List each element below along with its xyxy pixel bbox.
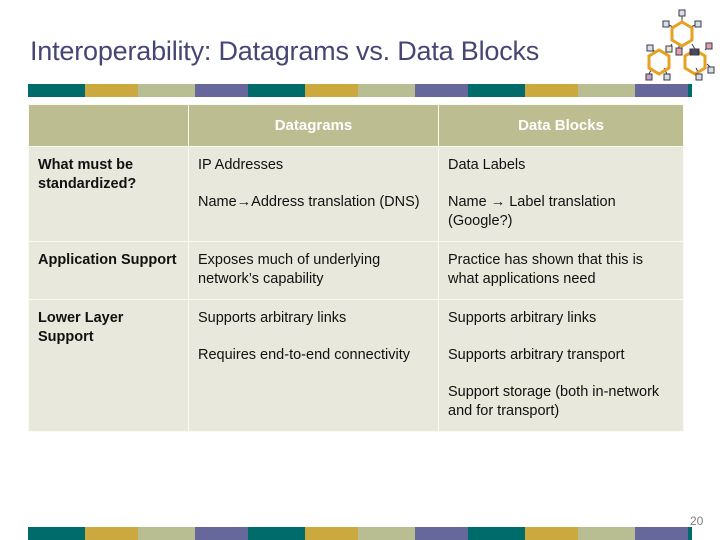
decor-bar-segment (415, 527, 468, 540)
cell-paragraph: Name → Label translation (Google?) (448, 194, 616, 229)
decor-bar-segment (195, 527, 248, 540)
decor-bar-segment (525, 84, 578, 97)
cell-paragraph: Support storage (both in-network and for… (448, 384, 660, 419)
slide: Interoperability: Datagrams vs. Data Blo… (0, 0, 720, 540)
molecule-network-clipart (637, 4, 715, 82)
table-header-row: Datagrams Data Blocks (28, 104, 684, 147)
cell-data-blocks: Data Labels Name → Label translation (Go… (438, 146, 684, 242)
decor-bar-segment (28, 527, 85, 540)
page-title: Interoperability: Datagrams vs. Data Blo… (30, 36, 540, 66)
row-label: What must be standardized? (28, 146, 189, 242)
cell-paragraph: IP Addresses (198, 157, 284, 173)
decor-bar-segment (688, 84, 692, 97)
cell-paragraph: Supports arbitrary links (448, 310, 597, 326)
row-label: Lower Layer Support (28, 299, 189, 432)
decor-bar-segment (525, 527, 578, 540)
decor-bar-bottom (28, 527, 692, 540)
cell-datagrams: Supports arbitrary links Requires end-to… (188, 299, 439, 432)
cell-paragraph: Exposes much of underlying network’s cap… (198, 252, 381, 287)
decor-bar-segment (358, 527, 415, 540)
row-label: Application Support (28, 241, 189, 300)
decor-bar-segment (578, 84, 635, 97)
cell-data-blocks: Supports arbitrary links Supports arbitr… (438, 299, 684, 432)
cell-paragraph: Data Labels (448, 157, 526, 173)
decor-bar-segment (138, 527, 195, 540)
decor-bar-segment (195, 84, 248, 97)
column-header-blank (28, 104, 189, 147)
cell-paragraph: Supports arbitrary transport (448, 347, 625, 363)
table-row: Application Support Exposes much of unde… (28, 241, 684, 300)
decor-bar-segment (28, 84, 85, 97)
table-row: What must be standardized? IP Addresses … (28, 146, 684, 242)
table-row: Lower Layer Support Supports arbitrary l… (28, 299, 684, 432)
decor-bar-top (28, 84, 692, 97)
decor-bar-segment (248, 527, 305, 540)
column-header-datagrams: Datagrams (188, 104, 439, 147)
decor-bar-segment (468, 84, 525, 97)
decor-bar-segment (305, 527, 358, 540)
decor-bar-segment (635, 84, 688, 97)
cell-paragraph: Practice has shown that this is what app… (448, 252, 644, 287)
page-number: 20 (690, 514, 704, 528)
cell-paragraph: Supports arbitrary links (198, 310, 347, 326)
cell-datagrams: Exposes much of underlying network’s cap… (188, 241, 439, 300)
decor-bar-segment (305, 84, 358, 97)
decor-bar-segment (688, 527, 692, 540)
cell-datagrams: IP Addresses Name→Address translation (D… (188, 146, 439, 242)
comparison-table: Datagrams Data Blocks What must be stand… (28, 104, 684, 432)
cell-data-blocks: Practice has shown that this is what app… (438, 241, 684, 300)
decor-bar-segment (358, 84, 415, 97)
decor-bar-segment (85, 527, 138, 540)
decor-bar-segment (248, 84, 305, 97)
decor-bar-segment (468, 527, 525, 540)
decor-bar-segment (578, 527, 635, 540)
decor-bar-segment (415, 84, 468, 97)
table-body: What must be standardized? IP Addresses … (28, 146, 684, 432)
decor-bar-segment (138, 84, 195, 97)
decor-bar-segment (85, 84, 138, 97)
cell-paragraph: Requires end-to-end connectivity (198, 347, 410, 363)
cell-paragraph: Name→Address translation (DNS) (198, 194, 420, 210)
column-header-data-blocks: Data Blocks (438, 104, 684, 147)
decor-bar-segment (635, 527, 688, 540)
